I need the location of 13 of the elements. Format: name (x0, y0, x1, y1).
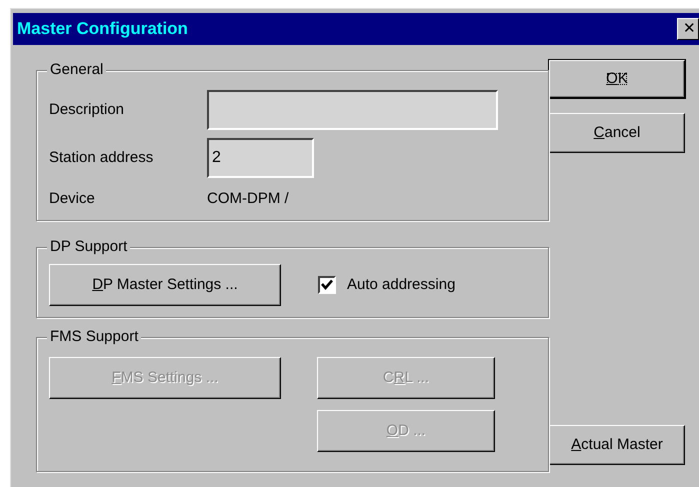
button[interactable]: Actual Master (549, 425, 685, 465)
close-button[interactable]: ✕ (677, 18, 699, 40)
input-field[interactable] (207, 90, 498, 130)
window-title: Master Configuration (17, 18, 188, 40)
input-field[interactable]: 2 (207, 138, 314, 178)
checkbox-label: Auto addressing (347, 274, 456, 295)
button[interactable]: DP Master Settings ... (49, 264, 281, 306)
checkbox[interactable] (318, 276, 336, 294)
field-label: Device (49, 189, 96, 209)
field-label: Description (49, 100, 126, 120)
device-value: COM-DPM / (207, 189, 289, 209)
button[interactable]: Cancel (549, 113, 685, 153)
field-label: Station address (49, 148, 154, 168)
